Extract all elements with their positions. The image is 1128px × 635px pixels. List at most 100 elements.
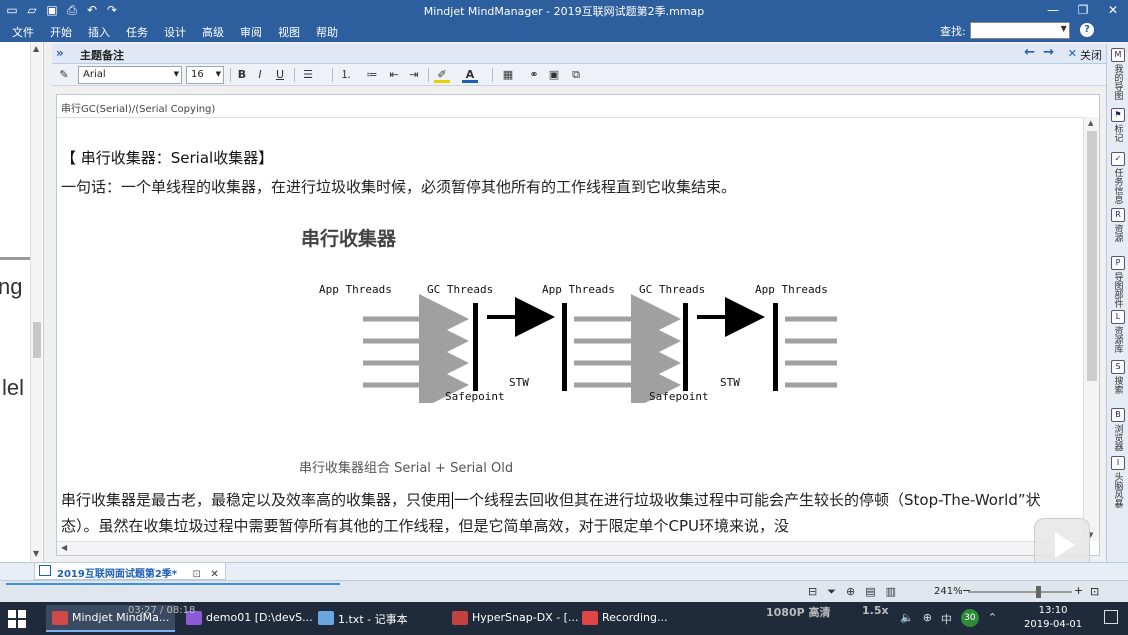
map-view-icon[interactable]: ▤ [865, 585, 875, 599]
scroll-down-icon[interactable]: ▼ [33, 549, 39, 558]
restore-button[interactable]: ❐ [1068, 0, 1098, 20]
sidebar-item[interactable]: I 头脑风暴 [1109, 456, 1127, 508]
bullet-list-icon[interactable]: ≔ [364, 67, 380, 83]
notification-icon[interactable] [1104, 610, 1118, 624]
font-color-icon[interactable]: A [462, 67, 478, 83]
print-icon[interactable]: ⎙ [64, 2, 80, 18]
map-canvas[interactable]: ng lel ▲ ▼ [0, 42, 44, 562]
windows-taskbar: Mindjet MindMa... demo01 [D:\devS... 1.txt… [0, 602, 1128, 635]
bold-button[interactable]: B [234, 67, 250, 83]
sidebar-item-icon: P [1111, 256, 1125, 270]
app-icon [318, 611, 334, 625]
menu-task[interactable]: 任务 [118, 24, 156, 40]
scroll-up-icon[interactable]: ▲ [1088, 119, 1093, 127]
zoom-slider-knob[interactable] [1036, 586, 1041, 598]
underline-button[interactable]: U [272, 67, 288, 83]
pin-icon[interactable]: ⊡ [193, 569, 201, 580]
insert-object-icon[interactable]: ⧉ [568, 67, 584, 83]
minimize-button[interactable]: — [1038, 0, 1068, 20]
expand-icon[interactable]: ⊕ [846, 585, 855, 599]
menu-file[interactable]: 文件 [4, 24, 42, 40]
video-progress-bar[interactable] [6, 583, 340, 585]
outline-view-icon[interactable]: ▥ [886, 585, 896, 599]
search-input[interactable]: ▼ [969, 22, 1070, 39]
back-arrow-icon[interactable]: ← [1024, 45, 1035, 60]
highlight-icon[interactable]: ✐ [434, 67, 450, 83]
sidebar-item[interactable]: B 浏览器 [1109, 408, 1127, 451]
decrease-indent-icon[interactable]: ⇤ [386, 67, 402, 83]
new-icon[interactable]: ▭ [4, 2, 20, 18]
numbered-list-icon[interactable]: ⒈ [338, 67, 354, 83]
sidebar-item[interactable]: M 我的导图 [1109, 48, 1127, 100]
format-painter-icon[interactable]: ✎ [56, 67, 72, 83]
taskbar-app[interactable]: HyperSnap-DX - [... [446, 605, 584, 632]
undo-icon[interactable]: ↶ [84, 2, 100, 18]
menu-review[interactable]: 审阅 [232, 24, 270, 40]
ime-indicator[interactable]: 中 [941, 611, 952, 627]
italic-button[interactable]: I [252, 67, 268, 83]
clock[interactable]: 13:10 2019-04-01 [1024, 604, 1082, 632]
menu-design[interactable]: 设计 [156, 24, 194, 40]
notes-horizontal-scrollbar[interactable]: ◀ [57, 541, 1085, 555]
network-icon[interactable]: ⊕ [923, 611, 932, 627]
font-family-select[interactable]: Arial ▼ [78, 66, 182, 84]
volume-icon[interactable]: 🔈 [900, 611, 914, 627]
collapse-icon[interactable]: » [56, 46, 64, 60]
fit-map-icon[interactable]: ⊡ [1090, 585, 1099, 598]
scroll-thumb[interactable] [1087, 131, 1097, 381]
map-vertical-scrollbar[interactable]: ▲ ▼ [30, 42, 42, 562]
funnel-icon[interactable]: ⏷ [827, 585, 836, 599]
scroll-thumb[interactable] [33, 322, 41, 358]
scroll-left-icon[interactable]: ◀ [61, 543, 67, 552]
forward-arrow-icon[interactable]: → [1043, 45, 1054, 60]
save-icon[interactable]: ▣ [44, 2, 60, 18]
sidebar-item[interactable]: ✓ 任务信息 [1109, 152, 1127, 204]
close-tab-icon[interactable]: ✕ [210, 569, 218, 580]
zoom-slider[interactable] [968, 586, 1072, 598]
sidebar-item[interactable]: ⚑ 标记 [1109, 108, 1127, 142]
note-paragraph: 串行收集器是最古老，最稳定以及效率高的收集器，只使用 一个线程去回收但其在进行垃圾… [61, 487, 1071, 539]
app-icon [582, 611, 598, 625]
taskbar-app[interactable]: Recording... [576, 605, 674, 632]
align-left-icon[interactable]: ☰ [300, 67, 316, 83]
menu-help[interactable]: 帮助 [308, 24, 346, 40]
close-button[interactable]: ✕ [1098, 0, 1128, 20]
image-icon[interactable]: ▣ [546, 67, 562, 83]
video-speed-overlay[interactable]: 1.5x [862, 604, 889, 617]
security-badge[interactable]: 30 [960, 609, 979, 627]
title-bar: ▭ ▱ ▣ ⎙ ↶ ↷ Mindjet MindManager - 2019互联… [0, 0, 1128, 20]
help-icon[interactable]: ? [1080, 23, 1094, 37]
open-icon[interactable]: ▱ [24, 2, 40, 18]
diagram-label: GC Threads [427, 283, 493, 296]
link-icon[interactable]: ⚭ [526, 67, 542, 83]
scroll-up-icon[interactable]: ▲ [33, 44, 39, 53]
zoom-in-button[interactable]: + [1074, 584, 1083, 597]
menu-advanced[interactable]: 高级 [194, 24, 232, 40]
sidebar-item-label: 标记 [1112, 124, 1123, 142]
increase-indent-icon[interactable]: ⇥ [406, 67, 422, 83]
separator [428, 68, 429, 82]
sidebar-item[interactable]: L 资源库 [1109, 310, 1127, 353]
taskbar-app[interactable]: demo01 [D:\devS... [180, 605, 319, 632]
sidebar-item[interactable]: R 资源 [1109, 208, 1127, 242]
sidebar-item[interactable]: S 搜索 [1109, 360, 1127, 394]
taskbar-app[interactable]: 1.txt - 记事本 [312, 605, 414, 632]
filter-icon[interactable]: ⊟ [808, 585, 817, 599]
close-panel-button[interactable]: ✕ 关闭 [1068, 47, 1102, 63]
notes-vertical-scrollbar[interactable]: ▲ ▼ [1083, 117, 1099, 541]
chevron-down-icon[interactable]: ▼ [1061, 24, 1067, 33]
notes-editor[interactable]: 串行GC(Serial)/(Serial Copying) 【 串行收集器：Se… [56, 94, 1100, 556]
clock-date: 2019-04-01 [1024, 619, 1083, 630]
menu-view[interactable]: 视图 [270, 24, 308, 40]
tray-chevron-icon[interactable]: ⌃ [988, 611, 997, 627]
sidebar-item[interactable]: P 导图部件 [1109, 256, 1127, 308]
redo-icon[interactable]: ↷ [104, 2, 120, 18]
menu-home[interactable]: 开始 [42, 24, 80, 40]
table-icon[interactable]: ▦ [500, 67, 516, 83]
start-icon[interactable] [8, 610, 26, 628]
map-text-fragment: ng [0, 274, 23, 299]
menu-insert[interactable]: 插入 [80, 24, 118, 40]
document-tab[interactable]: 2019互联网面试题第2季* ⊡ ✕ [34, 563, 226, 580]
video-quality-overlay[interactable]: 1080P 高清 [766, 604, 831, 620]
font-size-select[interactable]: 16 ▼ [186, 66, 224, 84]
